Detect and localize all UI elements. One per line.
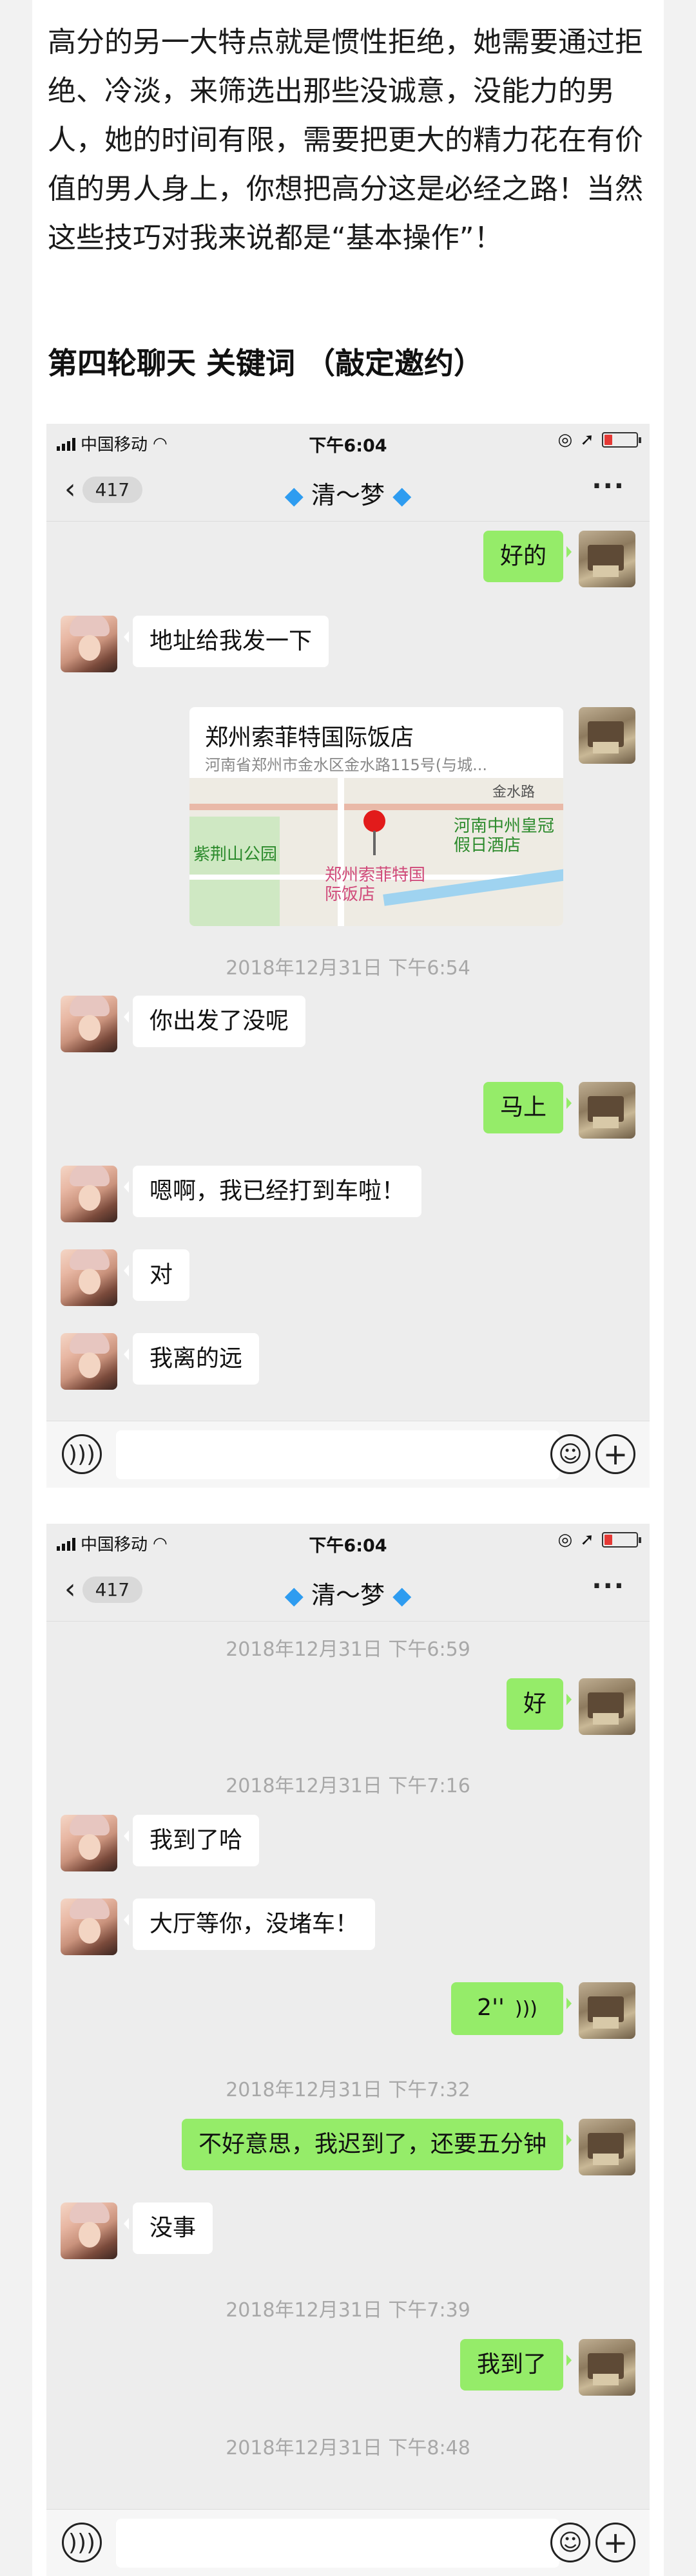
plus-icon[interactable]: + (595, 2523, 635, 2562)
my-avatar[interactable] (579, 1678, 635, 1735)
contact-avatar[interactable] (61, 616, 117, 672)
timestamp: 2018年12月31日 下午7:16 (226, 1775, 470, 1797)
message-bubble-mine[interactable]: 我到了 (459, 2339, 572, 2391)
message-input[interactable] (116, 1430, 559, 1479)
more-options-icon[interactable]: ··· (592, 1571, 625, 1601)
chat-input-bar: ))) ☺ + (46, 1421, 650, 1488)
message-bubble-theirs[interactable]: 对 (123, 1249, 190, 1301)
my-avatar[interactable] (579, 2339, 635, 2396)
contact-name: 清～梦 (311, 1581, 385, 1609)
diamond-icon: ◆ (284, 1581, 304, 1609)
contact-avatar[interactable] (61, 1815, 117, 1871)
chat-screenshot-1: 中国移动 ◠ 下午6:04 ◎ ➚ ‹ 417 ◆ 清～梦 ◆ ··· 好的 地… (46, 424, 650, 1488)
message-bubble-theirs[interactable]: 地址给我发一下 (123, 616, 329, 667)
location-name: 郑州索菲特国际饭店 (205, 724, 414, 751)
more-options-icon[interactable]: ··· (592, 471, 625, 501)
timestamp: 2018年12月31日 下午7:39 (226, 2299, 470, 2322)
message-bubble-mine[interactable]: 马上 (483, 1082, 572, 1133)
message-bubble-mine[interactable]: 好的 (483, 531, 572, 582)
my-avatar[interactable] (579, 531, 635, 587)
alarm-icon: ◎ (557, 430, 573, 450)
message-bubble-theirs[interactable]: 我离的远 (123, 1333, 260, 1385)
article-heading: 第四轮聊天 关键词 （敲定邀约） (48, 346, 484, 381)
message-bubble-theirs[interactable]: 没事 (123, 2202, 213, 2254)
my-avatar[interactable] (579, 2119, 635, 2175)
contact-name: 清～梦 (311, 481, 385, 509)
chat-input-bar: ))) ☺ + (46, 2509, 650, 2576)
my-avatar[interactable] (579, 1982, 635, 2039)
timestamp: 2018年12月31日 下午7:32 (226, 2079, 470, 2101)
location-map: 紫荆山公园 郑州索菲特国际饭店 河南中州皇冠假日酒店 金水路 (189, 778, 563, 926)
contact-avatar[interactable] (61, 2202, 117, 2259)
contact-avatar[interactable] (61, 996, 117, 1052)
map-pin-icon (363, 810, 385, 855)
message-bubble-theirs[interactable]: 大厅等你，没堵车！ (123, 1899, 376, 1950)
map-label-holiday-inn: 河南中州皇冠假日酒店 (454, 817, 555, 855)
emoji-icon[interactable]: ☺ (550, 1434, 590, 1474)
location-address: 河南省郑州市金水区金水路115号(与城... (205, 756, 488, 774)
location-arrow-icon: ➚ (580, 430, 594, 450)
timestamp: 2018年12月31日 下午6:59 (226, 1638, 470, 1661)
message-input[interactable] (116, 2519, 559, 2568)
my-avatar[interactable] (579, 707, 635, 764)
diamond-icon: ◆ (392, 481, 412, 509)
diamond-icon: ◆ (392, 1581, 412, 1609)
contact-title[interactable]: ◆ 清～梦 ◆ (46, 475, 650, 511)
plus-icon[interactable]: + (595, 1434, 635, 1474)
chat-nav-bar: ‹ 417 ◆ 清～梦 ◆ ··· (46, 460, 650, 522)
map-label-park: 紫荆山公园 (193, 845, 278, 864)
contact-avatar[interactable] (61, 1249, 117, 1306)
emoji-icon[interactable]: ☺ (550, 2523, 590, 2562)
location-arrow-icon: ➚ (580, 1530, 594, 1549)
alarm-icon: ◎ (557, 1530, 573, 1549)
voice-input-icon[interactable]: ))) (62, 2523, 102, 2562)
chat-nav-bar: ‹ 417 ◆ 清～梦 ◆ ··· (46, 1560, 650, 1622)
voice-message-bubble[interactable]: 2''))) (451, 1982, 572, 2035)
timestamp: 2018年12月31日 下午8:48 (226, 2437, 470, 2459)
voice-duration: 2'' (477, 1994, 505, 2021)
article-page: 高分的另一大特点就是惯性拒绝，她需要通过拒绝、冷淡，来筛选出那些没诚意，没能力的… (32, 0, 664, 2576)
chat-screenshot-2: 中国移动 ◠ 下午6:04 ◎ ➚ ‹ 417 ◆ 清～梦 ◆ ··· 2018… (46, 1524, 650, 2576)
message-bubble-theirs[interactable]: 我到了哈 (123, 1815, 260, 1866)
contact-avatar[interactable] (61, 1333, 117, 1390)
message-bubble-mine[interactable]: 好 (506, 1678, 572, 1730)
contact-title[interactable]: ◆ 清～梦 ◆ (46, 1575, 650, 1611)
map-label-hotel: 郑州索菲特国际饭店 (325, 866, 426, 904)
diamond-icon: ◆ (284, 481, 304, 509)
article-paragraph: 高分的另一大特点就是惯性拒绝，她需要通过拒绝、冷淡，来筛选出那些没诚意，没能力的… (48, 26, 643, 254)
voice-input-icon[interactable]: ))) (62, 1434, 102, 1474)
status-bar: 中国移动 ◠ 下午6:04 ◎ ➚ (46, 1524, 650, 1560)
message-bubble-mine[interactable]: 不好意思，我迟到了，还要五分钟 (181, 2119, 572, 2170)
message-bubble-theirs[interactable]: 嗯啊，我已经打到车啦！ (123, 1166, 422, 1217)
timestamp: 2018年12月31日 下午6:54 (226, 957, 470, 980)
my-avatar[interactable] (579, 1082, 635, 1139)
message-bubble-theirs[interactable]: 你出发了没呢 (123, 996, 306, 1047)
voice-wave-icon: ))) (514, 1998, 537, 2020)
location-card[interactable]: 郑州索菲特国际饭店 河南省郑州市金水区金水路115号(与城... 紫荆山公园 郑… (189, 707, 563, 926)
contact-avatar[interactable] (61, 1166, 117, 1222)
battery-icon (602, 432, 641, 448)
map-label-road: 金水路 (492, 784, 536, 800)
contact-avatar[interactable] (61, 1899, 117, 1955)
status-bar: 中国移动 ◠ 下午6:04 ◎ ➚ (46, 424, 650, 460)
battery-icon (602, 1532, 641, 1548)
